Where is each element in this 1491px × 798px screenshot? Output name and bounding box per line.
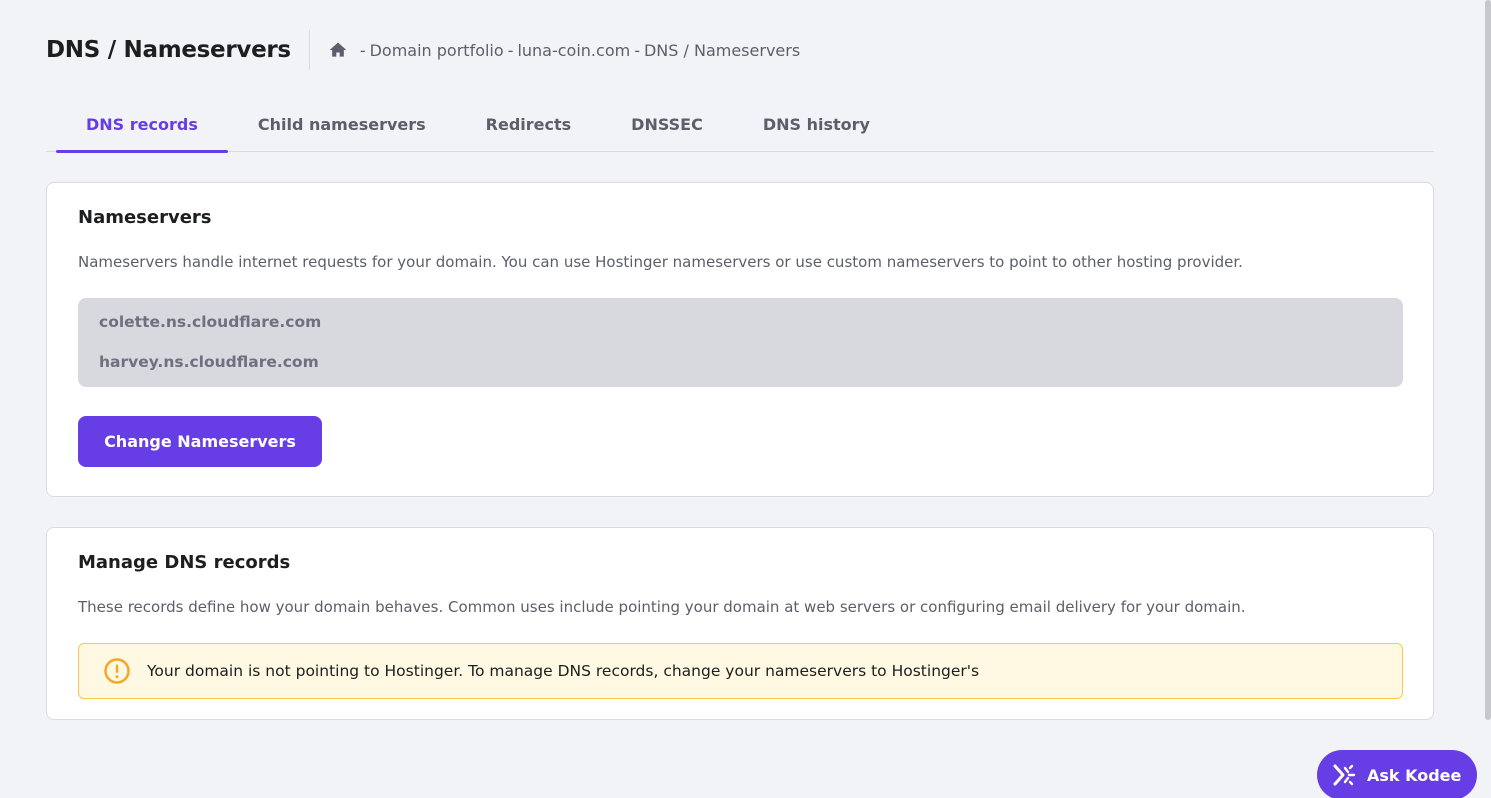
warning-alert: Your domain is not pointing to Hostinger… bbox=[78, 643, 1403, 699]
tab-dns-records[interactable]: DNS records bbox=[46, 96, 228, 153]
home-icon[interactable] bbox=[328, 40, 348, 60]
breadcrumb-separator: - bbox=[507, 40, 514, 60]
header-divider bbox=[308, 30, 310, 70]
nameservers-card: Nameservers Nameservers handle internet … bbox=[46, 182, 1434, 497]
breadcrumb-item-current: DNS / Nameservers bbox=[643, 40, 801, 60]
manage-dns-description: These records define how your domain beh… bbox=[78, 598, 1246, 616]
breadcrumb-item-domain-portfolio[interactable]: Domain portfolio bbox=[370, 41, 504, 60]
breadcrumb-item-domain[interactable]: luna-coin.com bbox=[517, 41, 630, 60]
tab-dnssec[interactable]: DNSSEC bbox=[601, 96, 733, 152]
nameservers-title: Nameservers bbox=[78, 207, 212, 228]
nameservers-description: Nameservers handle internet requests for… bbox=[78, 253, 1243, 271]
scrollbar[interactable] bbox=[1485, 0, 1491, 720]
tab-dns-history[interactable]: DNS history bbox=[733, 96, 900, 152]
breadcrumb-separator: - bbox=[634, 40, 640, 60]
nameserver-item: colette.ns.cloudflare.com bbox=[99, 313, 322, 331]
nameserver-list: colette.ns.cloudflare.com harvey.ns.clou… bbox=[78, 298, 1403, 387]
nameserver-item: harvey.ns.cloudflare.com bbox=[99, 353, 319, 371]
kodee-icon bbox=[1331, 762, 1357, 788]
breadcrumb: - Domain portfolio - luna-coin.com - DNS… bbox=[328, 40, 800, 60]
breadcrumb-separator: - bbox=[359, 40, 366, 60]
warning-icon bbox=[103, 657, 131, 685]
manage-dns-card: Manage DNS records These records define … bbox=[46, 527, 1434, 720]
tab-child-nameservers[interactable]: Child nameservers bbox=[228, 96, 456, 152]
ask-kodee-button[interactable]: Ask Kodee bbox=[1317, 750, 1477, 798]
page-title: DNS / Nameservers bbox=[46, 37, 291, 63]
ask-kodee-label: Ask Kodee bbox=[1367, 765, 1462, 785]
page-header: DNS / Nameservers - Domain portfolio - l… bbox=[46, 30, 800, 70]
warning-text: Your domain is not pointing to Hostinger… bbox=[147, 662, 980, 680]
tab-bar: DNS records Child nameservers Redirects … bbox=[46, 96, 1434, 153]
manage-dns-title: Manage DNS records bbox=[78, 552, 291, 573]
change-nameservers-button[interactable]: Change Nameservers bbox=[78, 416, 322, 467]
tab-redirects[interactable]: Redirects bbox=[456, 96, 602, 152]
